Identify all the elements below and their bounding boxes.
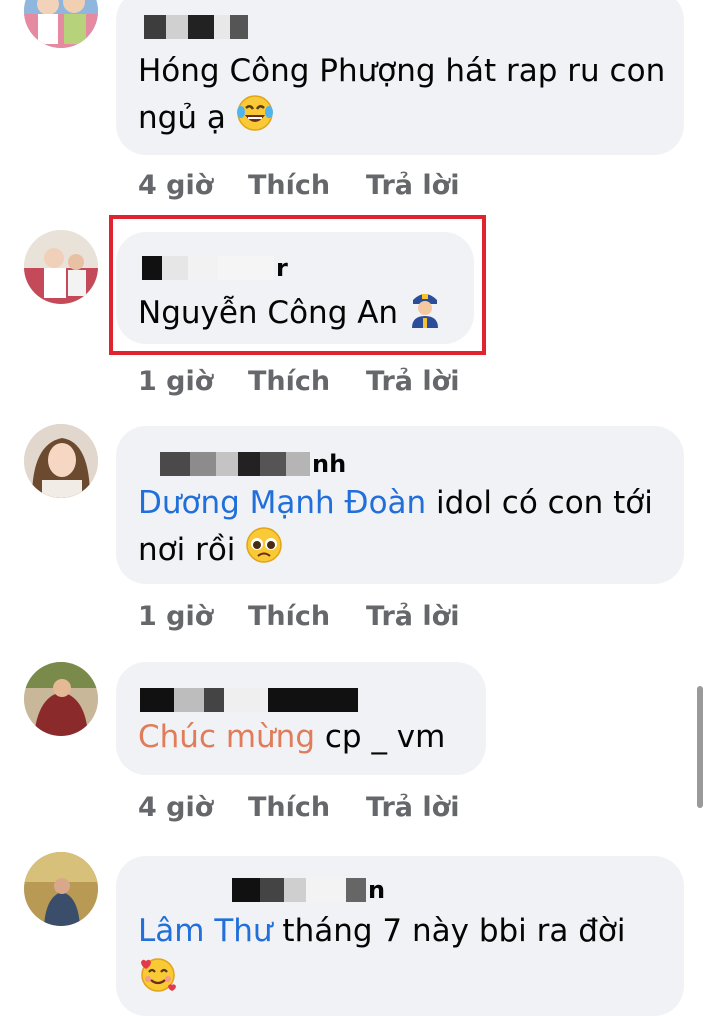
mentioned-user-link[interactable]: Dương Mạnh Đoàn <box>138 485 426 521</box>
comment-time[interactable]: 4 giờ <box>138 792 248 823</box>
redacted-author-name[interactable] <box>140 688 358 712</box>
comment-bubble[interactable]: n Lâm Thư tháng 7 này bbi ra đời <box>116 856 684 1016</box>
comment-text: Dương Mạnh Đoàn idol có con tới nơi rồi <box>138 480 666 577</box>
avatar[interactable] <box>24 662 98 736</box>
highlight-box <box>109 215 486 355</box>
pleading-face-emoji <box>245 526 283 577</box>
comment-time[interactable]: 1 giờ <box>138 366 248 397</box>
comment-bubble[interactable]: Hóng Công Phượng hát rap ru con ngủ ạ <box>116 0 684 155</box>
comment-text: Lâm Thư tháng 7 này bbi ra đời <box>138 908 666 1007</box>
comment-time[interactable]: 4 giờ <box>138 170 248 201</box>
scrollbar[interactable] <box>697 686 703 808</box>
like-button[interactable]: Thích <box>248 792 366 823</box>
reply-button[interactable]: Trả lời <box>366 792 459 823</box>
comment-bubble[interactable]: Chúc mừng cp _ vm <box>116 662 486 775</box>
comment-actions: 1 giờ Thích Trả lời <box>138 366 459 397</box>
reply-button[interactable]: Trả lời <box>366 170 459 201</box>
comment-bubble[interactable]: nh Dương Mạnh Đoàn idol có con tới nơi r… <box>116 426 684 584</box>
comment-actions: 4 giờ Thích Trả lời <box>138 792 459 823</box>
reply-button[interactable]: Trả lời <box>366 601 459 632</box>
redacted-author-name[interactable] <box>144 15 248 39</box>
comment-text: Hóng Công Phượng hát rap ru con ngủ ạ <box>138 48 666 145</box>
tears-of-joy-emoji <box>236 94 274 145</box>
smiling-face-with-hearts-emoji <box>138 954 178 1007</box>
like-button[interactable]: Thích <box>248 170 366 201</box>
avatar[interactable] <box>24 0 98 48</box>
avatar[interactable] <box>24 424 98 498</box>
comment-actions: 4 giờ Thích Trả lời <box>138 170 459 201</box>
like-button[interactable]: Thích <box>248 366 366 397</box>
mentioned-user-link[interactable]: Lâm Thư <box>138 913 273 949</box>
avatar[interactable] <box>24 852 98 926</box>
redacted-author-name[interactable]: nh <box>160 452 346 476</box>
redacted-author-name[interactable]: n <box>232 878 385 902</box>
comment-actions: 1 giờ Thích Trả lời <box>138 601 459 632</box>
mentioned-user-link[interactable]: Chúc mừng <box>138 719 315 755</box>
comment-time[interactable]: 1 giờ <box>138 601 248 632</box>
avatar[interactable] <box>24 230 98 304</box>
reply-button[interactable]: Trả lời <box>366 366 459 397</box>
comment-text: Chúc mừng cp _ vm <box>138 719 446 755</box>
like-button[interactable]: Thích <box>248 601 366 632</box>
